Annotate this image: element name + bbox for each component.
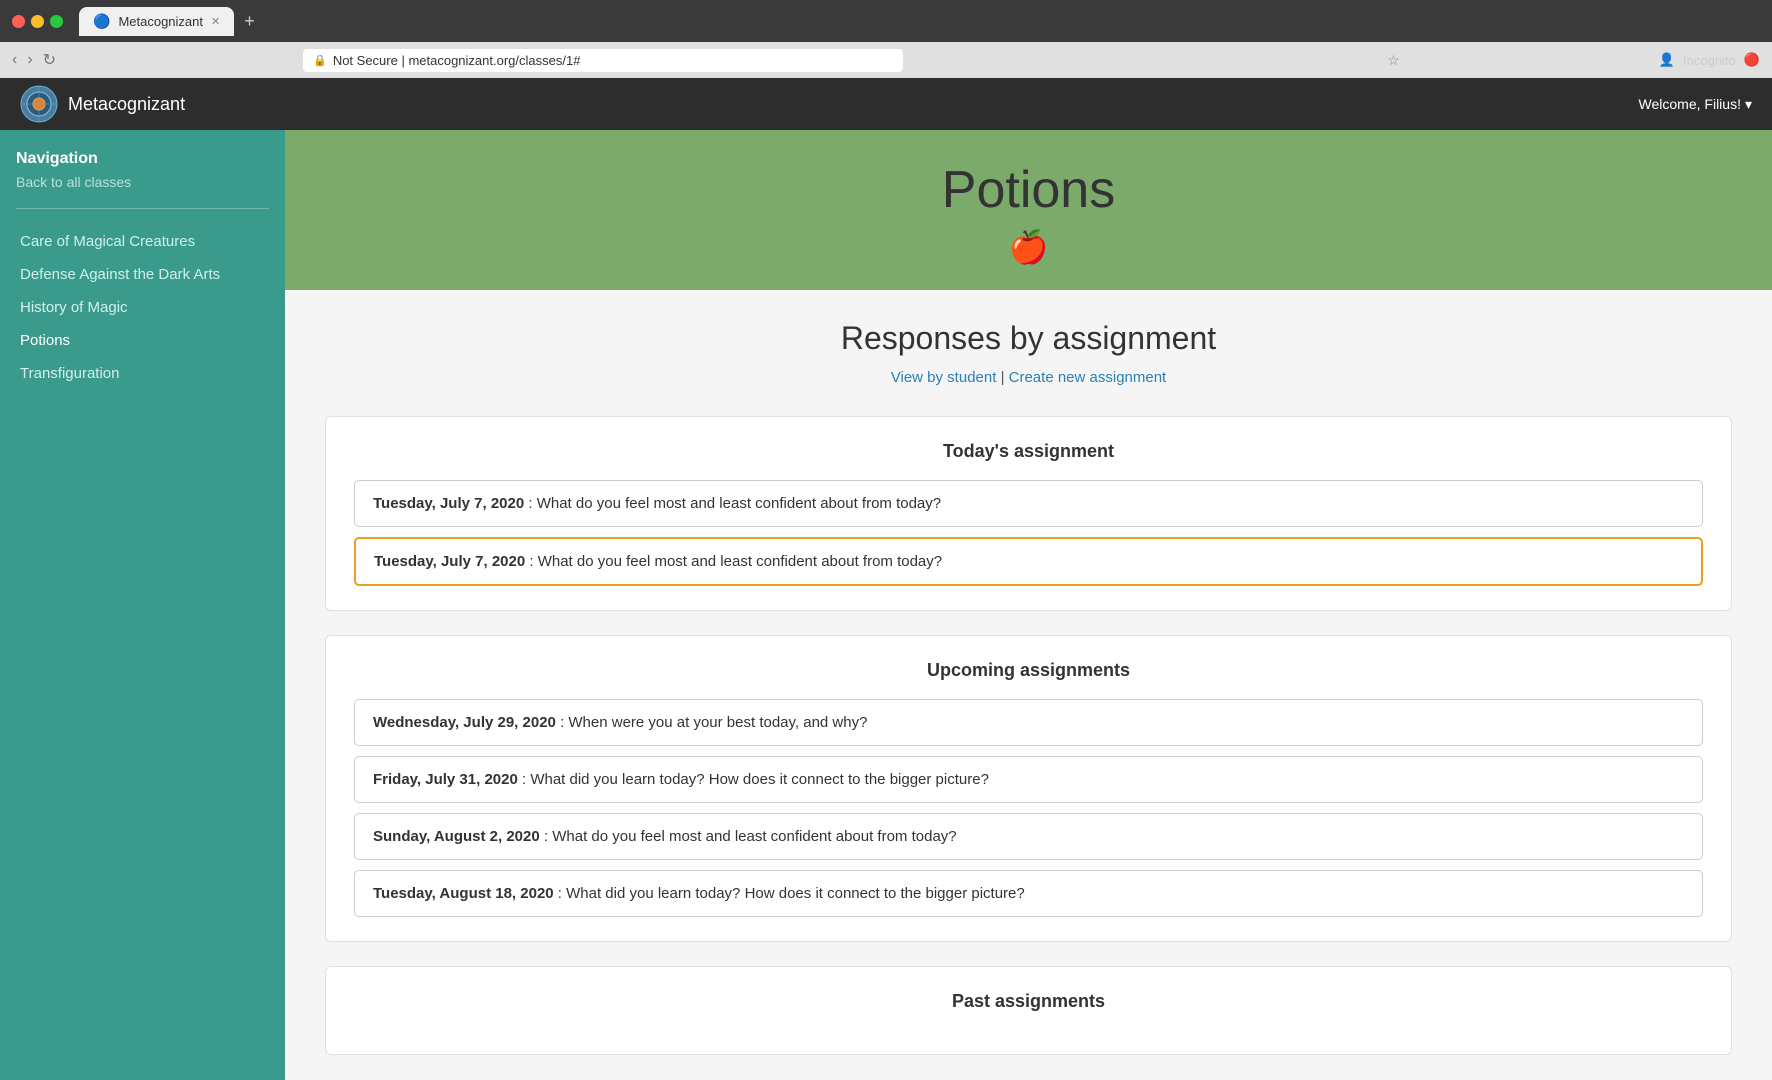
responses-links: View by student | Create new assignment bbox=[325, 369, 1732, 386]
sidebar: Navigation Back to all classes Care of M… bbox=[0, 130, 285, 1080]
page-title: Potions bbox=[305, 160, 1752, 220]
content-area: Potions 🍎 Responses by assignment View b… bbox=[285, 130, 1772, 1080]
tab-favicon: 🔵 bbox=[93, 13, 110, 30]
todays-section-title: Today's assignment bbox=[354, 441, 1703, 462]
sidebar-item-transfiguration[interactable]: Transfiguration bbox=[16, 357, 269, 390]
active-tab[interactable]: 🔵 Metacognizant ✕ bbox=[79, 7, 234, 36]
upcoming-item-4-text: : What did you learn today? How does it … bbox=[558, 885, 1025, 902]
past-assignment-section: Past assignments bbox=[325, 966, 1732, 1055]
tab-close-icon[interactable]: ✕ bbox=[211, 15, 220, 28]
past-section-title: Past assignments bbox=[354, 991, 1703, 1012]
url-bar[interactable]: 🔒 Not Secure | metacognizant.org/classes… bbox=[303, 49, 903, 72]
todays-assignment-section: Today's assignment Tuesday, July 7, 2020… bbox=[325, 416, 1732, 611]
upcoming-assignment-section: Upcoming assignments Wednesday, July 29,… bbox=[325, 635, 1732, 942]
hero-apple-icon: 🍎 bbox=[305, 228, 1752, 266]
address-bar: ‹ › ↻ 🔒 Not Secure | metacognizant.org/c… bbox=[0, 42, 1772, 78]
today-assignment-item-2[interactable]: Tuesday, July 7, 2020 : What do you feel… bbox=[354, 537, 1703, 586]
today-item-1-text: : What do you feel most and least confid… bbox=[528, 495, 941, 512]
today-item-2-text: : What do you feel most and least confid… bbox=[529, 553, 942, 570]
app-logo-area: Metacognizant bbox=[20, 85, 185, 123]
upcoming-section-title: Upcoming assignments bbox=[354, 660, 1703, 681]
sidebar-item-potions[interactable]: Potions bbox=[16, 324, 269, 357]
sidebar-item-defense[interactable]: Defense Against the Dark Arts bbox=[16, 258, 269, 291]
sidebar-nav-label: Navigation bbox=[16, 150, 269, 168]
extension-icon: 🔴 bbox=[1744, 52, 1760, 68]
upcoming-item-3-date: Sunday, August 2, 2020 bbox=[373, 828, 540, 845]
user-icon: 👤 bbox=[1659, 52, 1675, 68]
tab-title: Metacognizant bbox=[118, 14, 203, 29]
url-text: Not Secure | metacognizant.org/classes/1… bbox=[333, 53, 581, 68]
incognito-label: Incognito bbox=[1683, 53, 1736, 68]
responses-title: Responses by assignment bbox=[325, 320, 1732, 357]
link-separator: | bbox=[1001, 369, 1009, 386]
today-assignment-item-1[interactable]: Tuesday, July 7, 2020 : What do you feel… bbox=[354, 480, 1703, 527]
back-to-classes-link[interactable]: Back to all classes bbox=[16, 174, 131, 190]
upcoming-item-2-text: : What did you learn today? How does it … bbox=[522, 771, 989, 788]
upcoming-assignment-item-3[interactable]: Sunday, August 2, 2020 : What do you fee… bbox=[354, 813, 1703, 860]
lock-icon: 🔒 bbox=[313, 54, 327, 67]
forward-nav-button[interactable]: › bbox=[27, 51, 32, 69]
view-by-student-link[interactable]: View by student bbox=[891, 369, 997, 386]
hero-section: Potions 🍎 bbox=[285, 130, 1772, 290]
back-nav-button[interactable]: ‹ bbox=[12, 51, 17, 69]
today-item-1-date: Tuesday, July 7, 2020 bbox=[373, 495, 524, 512]
browser-chrome: 🔵 Metacognizant ✕ + bbox=[0, 0, 1772, 42]
traffic-lights bbox=[12, 15, 63, 28]
upcoming-item-3-text: : What do you feel most and least confid… bbox=[544, 828, 957, 845]
sidebar-item-care[interactable]: Care of Magical Creatures bbox=[16, 225, 269, 258]
new-tab-button[interactable]: + bbox=[244, 11, 255, 32]
upcoming-assignment-item-1[interactable]: Wednesday, July 29, 2020 : When were you… bbox=[354, 699, 1703, 746]
close-button[interactable] bbox=[12, 15, 25, 28]
app-name: Metacognizant bbox=[68, 94, 185, 115]
create-new-assignment-link[interactable]: Create new assignment bbox=[1009, 369, 1167, 386]
tab-bar: 🔵 Metacognizant ✕ + bbox=[79, 7, 1760, 36]
upcoming-item-4-date: Tuesday, August 18, 2020 bbox=[373, 885, 554, 902]
main-layout: Navigation Back to all classes Care of M… bbox=[0, 130, 1772, 1080]
welcome-dropdown-icon[interactable]: ▾ bbox=[1745, 96, 1752, 113]
minimize-button[interactable] bbox=[31, 15, 44, 28]
upcoming-item-1-text: : When were you at your best today, and … bbox=[560, 714, 867, 731]
user-area: 👤 Incognito 🔴 bbox=[1659, 52, 1760, 68]
bookmark-icon[interactable]: ☆ bbox=[1387, 52, 1400, 69]
upcoming-assignment-item-2[interactable]: Friday, July 31, 2020 : What did you lea… bbox=[354, 756, 1703, 803]
upcoming-item-1-date: Wednesday, July 29, 2020 bbox=[373, 714, 556, 731]
upcoming-item-2-date: Friday, July 31, 2020 bbox=[373, 771, 518, 788]
fullscreen-button[interactable] bbox=[50, 15, 63, 28]
sidebar-divider bbox=[16, 208, 269, 209]
today-item-2-date: Tuesday, July 7, 2020 bbox=[374, 553, 525, 570]
welcome-label: Welcome, Filius! bbox=[1639, 96, 1741, 112]
reload-button[interactable]: ↻ bbox=[43, 50, 56, 70]
upcoming-assignment-item-4[interactable]: Tuesday, August 18, 2020 : What did you … bbox=[354, 870, 1703, 917]
sidebar-item-history[interactable]: History of Magic bbox=[16, 291, 269, 324]
app-logo-icon bbox=[20, 85, 58, 123]
content-body: Responses by assignment View by student … bbox=[285, 290, 1772, 1080]
welcome-area: Welcome, Filius! ▾ bbox=[1639, 96, 1752, 113]
app-header: Metacognizant Welcome, Filius! ▾ bbox=[0, 78, 1772, 130]
